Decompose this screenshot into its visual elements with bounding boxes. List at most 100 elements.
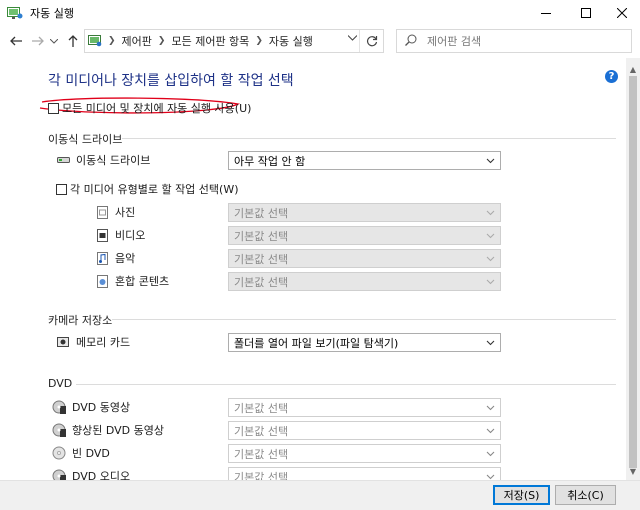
removable-drive-action-select[interactable]: 아무 작업 안 함 [228, 151, 501, 170]
back-arrow-icon[interactable] [8, 33, 24, 49]
media-label: 혼합 콘텐츠 [115, 275, 170, 288]
chevron-down-icon [486, 405, 495, 411]
up-arrow-icon[interactable] [65, 33, 81, 49]
select-value: 폴더를 열어 파일 보기(파일 탐색기) [234, 336, 399, 350]
cancel-button[interactable]: 취소(C) [555, 485, 616, 505]
music-icon [95, 251, 109, 265]
photo-icon [95, 205, 109, 219]
enhanced-dvd-action-select[interactable]: 기본값 선택 [228, 421, 501, 440]
dvd-audio-action-select[interactable]: 기본값 선택 [228, 467, 501, 480]
scroll-up-icon[interactable]: ▲ [626, 62, 640, 76]
removable-drive-label: 이동식 드라이브 [76, 154, 151, 167]
chevron-down-icon [486, 256, 495, 262]
select-value: 기본값 선택 [234, 447, 289, 461]
select-value: 아무 작업 안 함 [234, 154, 306, 168]
section-title-removable: 이동식 드라이브 [48, 133, 123, 146]
select-value: 기본값 선택 [234, 206, 289, 220]
memory-card-row: 메모리 카드 [56, 334, 130, 350]
photo-action-select[interactable]: 기본값 선택 [228, 203, 501, 222]
control-panel-icon [88, 35, 102, 47]
mixed-content-icon [95, 274, 109, 288]
title-bar: 자동 실행 [0, 0, 640, 26]
breadcrumb-all-items[interactable]: 모든 제어판 항목 [171, 33, 249, 49]
media-label: 비디오 [115, 229, 146, 242]
per-media-type-checkbox[interactable]: 각 미디어 유형별로 할 작업 선택(W) [56, 181, 239, 197]
chevron-down-icon [486, 474, 495, 480]
dvd-label: 빈 DVD [72, 447, 110, 460]
breadcrumb-separator-icon: ❯ [157, 36, 166, 46]
dvd-label: 향상된 DVD 동영상 [72, 424, 164, 437]
chevron-down-icon [486, 158, 495, 164]
dialog-footer: 저장(S) 취소(C) [0, 480, 640, 510]
music-action-select[interactable]: 기본값 선택 [228, 249, 501, 268]
chevron-down-icon [486, 340, 495, 346]
dvd-row: DVD 동영상 [52, 399, 130, 415]
blank-dvd-action-select[interactable]: 기본값 선택 [228, 444, 501, 463]
memory-card-label: 메모리 카드 [76, 336, 131, 349]
address-bar[interactable]: ❯ 제어판 ❯ 모든 제어판 항목 ❯ 자동 실행 [84, 29, 384, 53]
dvd-row: 향상된 DVD 동영상 [52, 422, 164, 438]
media-label: 음악 [115, 252, 136, 265]
page-title: 각 미디어나 장치를 삽입하여 할 작업 선택 [48, 73, 294, 89]
use-autoplay-checkbox[interactable]: 모든 미디어 및 장치에 자동 실행 사용(U) [48, 100, 251, 116]
breadcrumb-control-panel[interactable]: 제어판 [122, 33, 152, 49]
navigation-bar: ❯ 제어판 ❯ 모든 제어판 항목 ❯ 자동 실행 제어판 검색 [0, 26, 640, 56]
save-button[interactable]: 저장(S) [493, 485, 550, 505]
help-icon[interactable]: ? [605, 70, 618, 83]
dvd-label: DVD 오디오 [72, 470, 131, 480]
select-value: 기본값 선택 [234, 252, 289, 266]
search-placeholder: 제어판 검색 [427, 35, 482, 48]
chevron-down-icon [486, 451, 495, 457]
recent-locations-dropdown-icon[interactable] [49, 33, 59, 49]
search-icon [405, 34, 417, 49]
section-title-camera: 카메라 저장소 [48, 314, 113, 327]
section-divider [122, 138, 616, 139]
main-content: 각 미디어나 장치를 삽입하여 할 작업 선택 ? 모든 미디어 및 장치에 자… [0, 58, 626, 480]
media-row-mixed: 혼합 콘텐츠 [95, 273, 169, 289]
scroll-down-icon[interactable]: ▼ [626, 464, 640, 478]
checkbox-box[interactable] [56, 183, 67, 195]
select-value: 기본값 선택 [234, 275, 289, 289]
vertical-scrollbar[interactable]: ▲ ▼ [626, 58, 640, 480]
video-icon [95, 228, 109, 242]
breadcrumb-autoplay[interactable]: 자동 실행 [269, 33, 313, 49]
select-value: 기본값 선택 [234, 470, 289, 481]
dvd-movie-action-select[interactable]: 기본값 선택 [228, 398, 501, 417]
forward-arrow-icon[interactable] [30, 33, 46, 49]
section-divider [112, 319, 616, 320]
dvd-row: 빈 DVD [52, 445, 110, 461]
mixed-content-action-select[interactable]: 기본값 선택 [228, 272, 501, 291]
dvd-label: DVD 동영상 [72, 401, 131, 414]
section-divider [76, 384, 616, 385]
checkbox-box[interactable] [48, 102, 59, 114]
chevron-down-icon [486, 428, 495, 434]
window-title: 자동 실행 [30, 7, 74, 20]
select-value: 기본값 선택 [234, 401, 289, 415]
drive-icon [56, 153, 70, 167]
close-button[interactable] [603, 0, 640, 26]
dvd-icon [52, 423, 66, 437]
autoplay-app-icon [7, 6, 23, 20]
dvd-icon [52, 469, 66, 480]
media-row-photo: 사진 [95, 204, 135, 220]
blank-dvd-icon [52, 446, 66, 460]
video-action-select[interactable]: 기본값 선택 [228, 226, 501, 245]
breadcrumb-separator-icon: ❯ [108, 36, 116, 46]
use-autoplay-label: 모든 미디어 및 장치에 자동 실행 사용(U) [62, 102, 252, 115]
media-label: 사진 [115, 206, 136, 219]
chevron-down-icon [486, 233, 495, 239]
scroll-thumb[interactable] [629, 76, 637, 468]
search-input[interactable]: 제어판 검색 [396, 29, 632, 53]
memory-card-action-select[interactable]: 폴더를 열어 파일 보기(파일 탐색기) [228, 333, 501, 352]
removable-drive-row: 이동식 드라이브 [56, 152, 150, 168]
chevron-down-icon [486, 210, 495, 216]
breadcrumb-separator-icon: ❯ [255, 36, 263, 46]
memory-card-icon [56, 335, 70, 349]
address-dropdown-icon[interactable] [347, 34, 358, 44]
refresh-icon[interactable] [359, 30, 383, 52]
media-row-music: 음악 [95, 250, 135, 266]
section-title-dvd: DVD [48, 377, 73, 390]
per-media-type-label: 각 미디어 유형별로 할 작업 선택(W) [70, 183, 239, 196]
media-row-video: 비디오 [95, 227, 145, 243]
select-value: 기본값 선택 [234, 229, 289, 243]
